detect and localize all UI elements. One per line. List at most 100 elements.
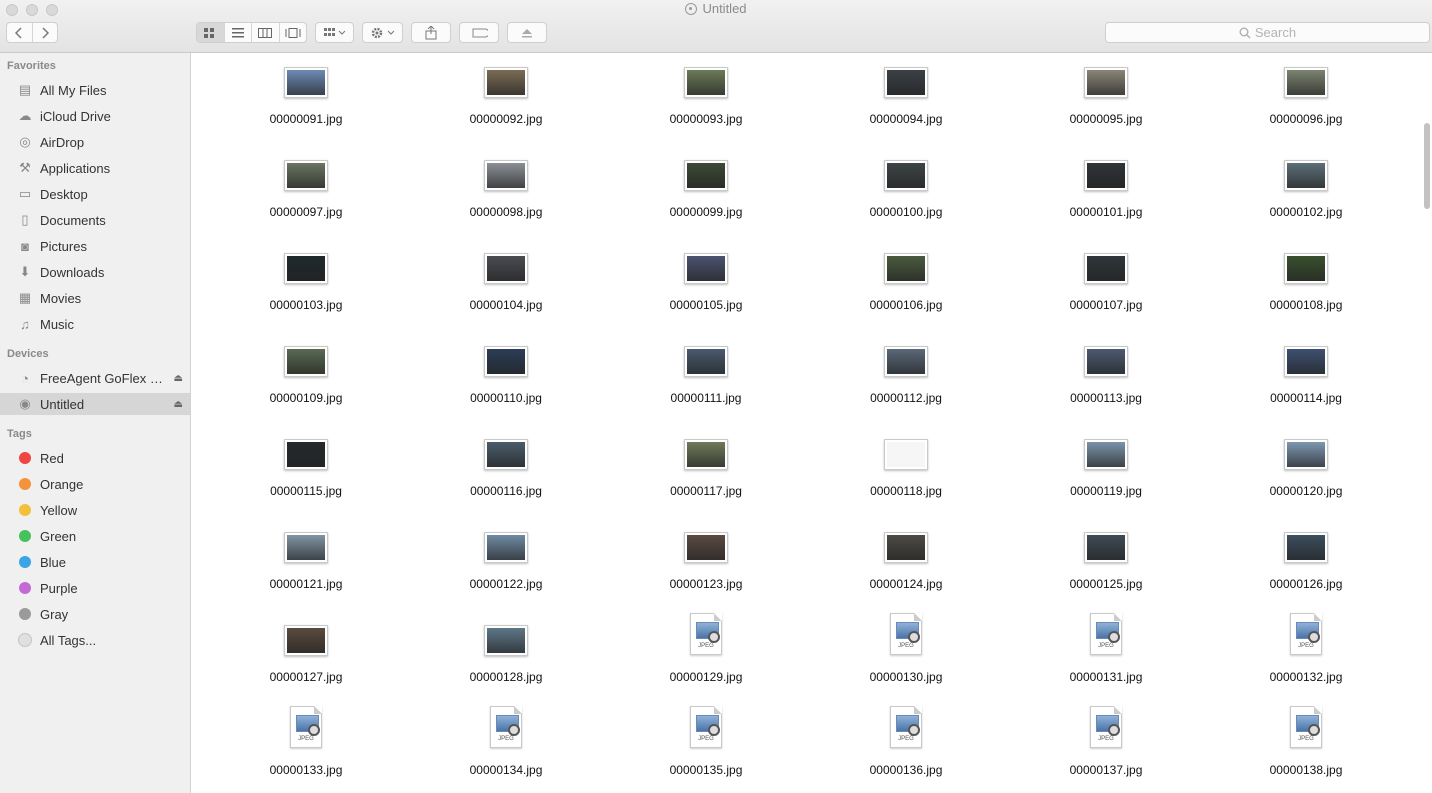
- sidebar-item-orange[interactable]: Orange: [0, 473, 190, 495]
- file-item[interactable]: 00000107.jpg: [1006, 239, 1206, 332]
- file-item[interactable]: 00000104.jpg: [406, 239, 606, 332]
- file-item[interactable]: 00000113.jpg: [1006, 332, 1206, 425]
- file-item[interactable]: 00000094.jpg: [806, 53, 1006, 146]
- back-button[interactable]: [7, 23, 33, 42]
- sidebar-item-purple[interactable]: Purple: [0, 577, 190, 599]
- sidebar-item-icloud-drive[interactable]: ☁ iCloud Drive: [0, 105, 190, 127]
- file-item[interactable]: 00000096.jpg: [1206, 53, 1406, 146]
- tag-color-dot-icon: [16, 632, 34, 648]
- file-item[interactable]: 00000099.jpg: [606, 146, 806, 239]
- edit-tags-button[interactable]: [459, 22, 499, 43]
- cover-flow-view-button[interactable]: [280, 23, 307, 42]
- file-item[interactable]: JPEG 00000135.jpg: [606, 704, 806, 793]
- file-item[interactable]: JPEG 00000136.jpg: [806, 704, 1006, 793]
- sidebar-item-desktop[interactable]: ▭ Desktop: [0, 183, 190, 205]
- image-thumbnail: [884, 67, 928, 98]
- file-item[interactable]: JPEG 00000134.jpg: [406, 704, 606, 793]
- file-item[interactable]: JPEG 00000129.jpg: [606, 611, 806, 704]
- forward-button[interactable]: [33, 23, 58, 42]
- sidebar-item-airdrop[interactable]: ◎ AirDrop: [0, 131, 190, 153]
- file-item[interactable]: 00000102.jpg: [1206, 146, 1406, 239]
- vertical-scrollbar[interactable]: [1424, 123, 1430, 209]
- file-item[interactable]: 00000125.jpg: [1006, 518, 1206, 611]
- sidebar-item-label: Music: [40, 316, 74, 332]
- sidebar-item-downloads[interactable]: ⬇ Downloads: [0, 261, 190, 283]
- file-item[interactable]: 00000127.jpg: [206, 611, 406, 704]
- file-item[interactable]: JPEG 00000137.jpg: [1006, 704, 1206, 793]
- image-thumbnail: [1084, 253, 1128, 284]
- file-item[interactable]: 00000111.jpg: [606, 332, 806, 425]
- file-item[interactable]: JPEG 00000138.jpg: [1206, 704, 1406, 793]
- arrange-button[interactable]: [315, 22, 354, 43]
- eject-icon[interactable]: ⏏: [174, 399, 183, 410]
- file-item[interactable]: 00000115.jpg: [206, 425, 406, 518]
- sidebar-item-all-my-files[interactable]: ▤ All My Files: [0, 79, 190, 101]
- file-item[interactable]: 00000117.jpg: [606, 425, 806, 518]
- file-item[interactable]: 00000120.jpg: [1206, 425, 1406, 518]
- file-item[interactable]: 00000097.jpg: [206, 146, 406, 239]
- sidebar-item-red[interactable]: Red: [0, 447, 190, 469]
- file-item[interactable]: 00000101.jpg: [1006, 146, 1206, 239]
- file-item[interactable]: 00000095.jpg: [1006, 53, 1206, 146]
- file-name: 00000124.jpg: [869, 577, 943, 591]
- file-item[interactable]: 00000103.jpg: [206, 239, 406, 332]
- sidebar-item-music[interactable]: ♫ Music: [0, 313, 190, 335]
- sidebar-item-green[interactable]: Green: [0, 525, 190, 547]
- sidebar-item-documents[interactable]: ▯ Documents: [0, 209, 190, 231]
- sidebar-item-movies[interactable]: ▦ Movies: [0, 287, 190, 309]
- list-view-button[interactable]: [225, 23, 252, 42]
- music-icon: ♫: [20, 316, 30, 332]
- file-item[interactable]: 00000114.jpg: [1206, 332, 1406, 425]
- file-item[interactable]: 00000119.jpg: [1006, 425, 1206, 518]
- image-thumbnail: [1084, 160, 1128, 191]
- file-item[interactable]: JPEG 00000130.jpg: [806, 611, 1006, 704]
- sidebar-item-all-tags[interactable]: All Tags...: [0, 629, 190, 651]
- eject-icon[interactable]: ⏏: [174, 373, 183, 384]
- file-item[interactable]: 00000091.jpg: [206, 53, 406, 146]
- file-item[interactable]: 00000106.jpg: [806, 239, 1006, 332]
- file-item[interactable]: 00000128.jpg: [406, 611, 606, 704]
- sidebar-item-applications[interactable]: ⚒ Applications: [0, 157, 190, 179]
- file-name: 00000101.jpg: [1069, 205, 1143, 219]
- file-item[interactable]: 00000098.jpg: [406, 146, 606, 239]
- file-item[interactable]: 00000100.jpg: [806, 146, 1006, 239]
- file-item[interactable]: JPEG 00000132.jpg: [1206, 611, 1406, 704]
- sidebar-item-gray[interactable]: Gray: [0, 603, 190, 625]
- sidebar-item-freeagent-goflex-drive[interactable]: ◔ FreeAgent GoFlex Drive ⏏: [0, 367, 190, 389]
- file-item[interactable]: 00000121.jpg: [206, 518, 406, 611]
- action-button[interactable]: [362, 22, 403, 43]
- file-item[interactable]: 00000092.jpg: [406, 53, 606, 146]
- file-item[interactable]: 00000122.jpg: [406, 518, 606, 611]
- image-thumbnail: [684, 160, 728, 191]
- file-item[interactable]: 00000124.jpg: [806, 518, 1006, 611]
- file-item[interactable]: 00000093.jpg: [606, 53, 806, 146]
- file-item[interactable]: 00000123.jpg: [606, 518, 806, 611]
- share-button[interactable]: [411, 22, 451, 43]
- sidebar-item-yellow[interactable]: Yellow: [0, 499, 190, 521]
- sidebar-item-blue[interactable]: Blue: [0, 551, 190, 573]
- tag-color-dot-icon: [16, 450, 34, 466]
- search-placeholder: Search: [1254, 25, 1297, 40]
- file-item[interactable]: 00000110.jpg: [406, 332, 606, 425]
- file-type-label: JPEG: [698, 643, 714, 649]
- file-item[interactable]: 00000116.jpg: [406, 425, 606, 518]
- eject-button[interactable]: [507, 22, 547, 43]
- file-item[interactable]: JPEG 00000131.jpg: [1006, 611, 1206, 704]
- icon-view-button[interactable]: [197, 23, 225, 42]
- file-item[interactable]: 00000126.jpg: [1206, 518, 1406, 611]
- file-item[interactable]: JPEG 00000133.jpg: [206, 704, 406, 793]
- tag-color-dot-icon: [16, 502, 34, 518]
- documents-icon: ▯: [21, 212, 29, 227]
- file-item[interactable]: 00000112.jpg: [806, 332, 1006, 425]
- sidebar-item-pictures[interactable]: ◙ Pictures: [0, 235, 190, 257]
- file-item[interactable]: 00000108.jpg: [1206, 239, 1406, 332]
- search-field[interactable]: Search: [1105, 22, 1430, 43]
- file-item[interactable]: 00000105.jpg: [606, 239, 806, 332]
- sidebar-item-untitled[interactable]: ◉ Untitled ⏏: [0, 393, 190, 415]
- file-type-label: JPEG: [1098, 736, 1114, 742]
- column-view-button[interactable]: [252, 23, 280, 42]
- file-item[interactable]: 00000118.jpg: [806, 425, 1006, 518]
- jpeg-file-icon: JPEG: [690, 706, 722, 748]
- file-item[interactable]: 00000109.jpg: [206, 332, 406, 425]
- file-name: 00000108.jpg: [1269, 298, 1343, 312]
